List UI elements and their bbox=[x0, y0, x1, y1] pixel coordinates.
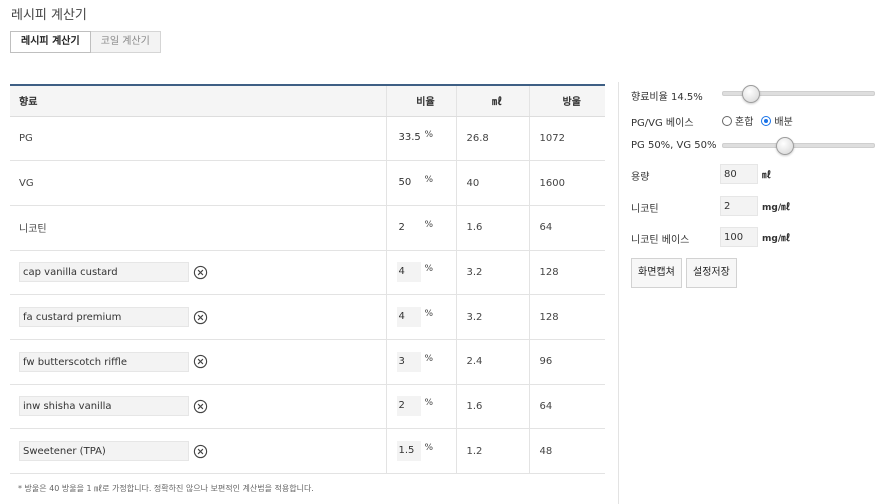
ratio-input[interactable]: 2 bbox=[396, 396, 421, 417]
nicotine-input[interactable]: 2 bbox=[720, 196, 758, 216]
ml-cell: 3.2 bbox=[455, 250, 529, 296]
row-name: PG bbox=[10, 116, 386, 162]
nicotine-base-input[interactable]: 100 bbox=[720, 227, 758, 247]
percent-sign: % bbox=[424, 264, 434, 275]
flavor-name-input[interactable]: inw shisha vanilla bbox=[19, 396, 189, 417]
ratio-cell: 1.5% bbox=[385, 428, 456, 474]
ratio-input[interactable]: 50 bbox=[397, 173, 421, 193]
table-header-row: 향료 비율 ㎖ 방울 bbox=[10, 84, 605, 117]
table-row: inw shisha vanilla 2% 1.6 64 bbox=[10, 384, 605, 430]
ratio-input[interactable]: 4 bbox=[396, 307, 421, 328]
tab-bar: 레시피 계산기 코일 계산기 bbox=[10, 31, 161, 53]
pgvg-ratio-slider[interactable] bbox=[722, 143, 875, 148]
radio-mix[interactable] bbox=[722, 115, 732, 126]
ml-cell: 1.6 bbox=[455, 205, 529, 251]
ratio-cell: 3% bbox=[385, 339, 456, 385]
row-name: VG bbox=[10, 160, 386, 206]
ratio-input[interactable]: 33.5 bbox=[397, 128, 421, 148]
ratio-input[interactable]: 3 bbox=[396, 351, 421, 372]
remove-icon[interactable] bbox=[193, 444, 208, 459]
screen-capture-button[interactable]: 화면캡쳐 bbox=[631, 258, 682, 288]
percent-sign: % bbox=[424, 353, 434, 364]
ml-cell: 3.2 bbox=[455, 294, 529, 340]
row-name: 니코틴 bbox=[10, 205, 386, 251]
percent-sign: % bbox=[424, 309, 434, 320]
ratio-input[interactable]: 2 bbox=[397, 218, 421, 238]
panel-divider bbox=[618, 82, 619, 504]
percent-sign: % bbox=[424, 443, 434, 454]
ratio-input[interactable]: 1.5 bbox=[396, 441, 421, 462]
percent-sign: % bbox=[424, 130, 434, 141]
header-flavor: 향료 bbox=[10, 84, 386, 117]
table-row: 니코틴 2% 1.6 64 bbox=[10, 205, 605, 251]
save-settings-button[interactable]: 설정저장 bbox=[686, 258, 737, 288]
flavor-ratio-slider-handle[interactable] bbox=[742, 85, 760, 103]
remove-icon[interactable] bbox=[193, 399, 208, 414]
ratio-cell: 4% bbox=[385, 294, 456, 340]
pgvg-ratio-slider-handle[interactable] bbox=[776, 137, 794, 155]
flavor-name-input[interactable]: Sweetener (TPA) bbox=[19, 441, 189, 462]
nicotine-base-unit: mg/㎖ bbox=[762, 234, 791, 244]
ml-cell: 26.8 bbox=[455, 116, 529, 162]
flavor-ratio-label: 향료비율 14.5% bbox=[631, 92, 703, 103]
percent-sign: % bbox=[424, 398, 434, 409]
radio-split-label: 배분 bbox=[774, 117, 793, 128]
tab-recipe-calculator[interactable]: 레시피 계산기 bbox=[10, 31, 91, 53]
nicotine-base-label: 니코틴 베이스 bbox=[631, 235, 690, 246]
ratio-cell: 33.5% bbox=[385, 116, 456, 162]
table-row: VG 50% 40 1600 bbox=[10, 160, 605, 206]
page-title: 레시피 계산기 bbox=[11, 8, 87, 23]
remove-icon[interactable] bbox=[193, 310, 208, 325]
volume-input[interactable]: 80 bbox=[720, 164, 758, 184]
drops-cell: 1072 bbox=[528, 116, 605, 162]
ml-cell: 1.6 bbox=[455, 384, 529, 430]
pgvg-base-label: PG/VG 베이스 bbox=[631, 118, 694, 129]
remove-icon[interactable] bbox=[193, 265, 208, 280]
drops-cell: 48 bbox=[528, 428, 605, 474]
drops-footnote: * 방울은 40 방울을 1 ㎖로 가정합니다. 정확하진 않으나 보편적인 계… bbox=[18, 484, 314, 493]
ml-cell: 2.4 bbox=[455, 339, 529, 385]
pgvg-ratio-label: PG 50%, VG 50% bbox=[631, 140, 717, 151]
tab-coil-calculator[interactable]: 코일 계산기 bbox=[90, 31, 161, 53]
table-row: fw butterscotch riffle 3% 2.4 96 bbox=[10, 339, 605, 385]
recipe-table: 향료 비율 ㎖ 방울 PG 33.5% 26.8 1072 VG 50% 40 … bbox=[10, 84, 605, 474]
table-row: Sweetener (TPA) 1.5% 1.2 48 bbox=[10, 428, 605, 474]
ratio-cell: 50% bbox=[385, 160, 456, 206]
ml-cell: 40 bbox=[455, 160, 529, 206]
header-drops: 방울 bbox=[528, 84, 605, 117]
pgvg-base-options: 혼합 배분 bbox=[722, 113, 793, 128]
header-ml: ㎖ bbox=[455, 84, 529, 117]
ratio-input[interactable]: 4 bbox=[396, 262, 421, 283]
percent-sign: % bbox=[424, 219, 434, 230]
drops-cell: 64 bbox=[528, 384, 605, 430]
drops-cell: 128 bbox=[528, 250, 605, 296]
nicotine-label: 니코틴 bbox=[631, 204, 659, 215]
table-row: cap vanilla custard 4% 3.2 128 bbox=[10, 250, 605, 296]
volume-unit: ㎖ bbox=[762, 171, 772, 181]
nicotine-unit: mg/㎖ bbox=[762, 203, 791, 213]
drops-cell: 64 bbox=[528, 205, 605, 251]
ratio-cell: 2% bbox=[385, 205, 456, 251]
percent-sign: % bbox=[424, 175, 434, 186]
table-row: PG 33.5% 26.8 1072 bbox=[10, 116, 605, 162]
flavor-name-input[interactable]: fw butterscotch riffle bbox=[19, 351, 189, 372]
header-ratio: 비율 bbox=[385, 84, 456, 117]
volume-label: 용량 bbox=[631, 172, 650, 183]
flavor-name-input[interactable]: cap vanilla custard bbox=[19, 262, 189, 283]
flavor-name-input[interactable]: fa custard premium bbox=[19, 307, 189, 328]
drops-cell: 128 bbox=[528, 294, 605, 340]
radio-mix-label: 혼합 bbox=[735, 117, 754, 128]
drops-cell: 1600 bbox=[528, 160, 605, 206]
ml-cell: 1.2 bbox=[455, 428, 529, 474]
drops-cell: 96 bbox=[528, 339, 605, 385]
table-row: fa custard premium 4% 3.2 128 bbox=[10, 294, 605, 340]
remove-icon[interactable] bbox=[193, 354, 208, 369]
ratio-cell: 4% bbox=[385, 250, 456, 296]
radio-split[interactable] bbox=[761, 115, 772, 126]
ratio-cell: 2% bbox=[385, 384, 456, 430]
